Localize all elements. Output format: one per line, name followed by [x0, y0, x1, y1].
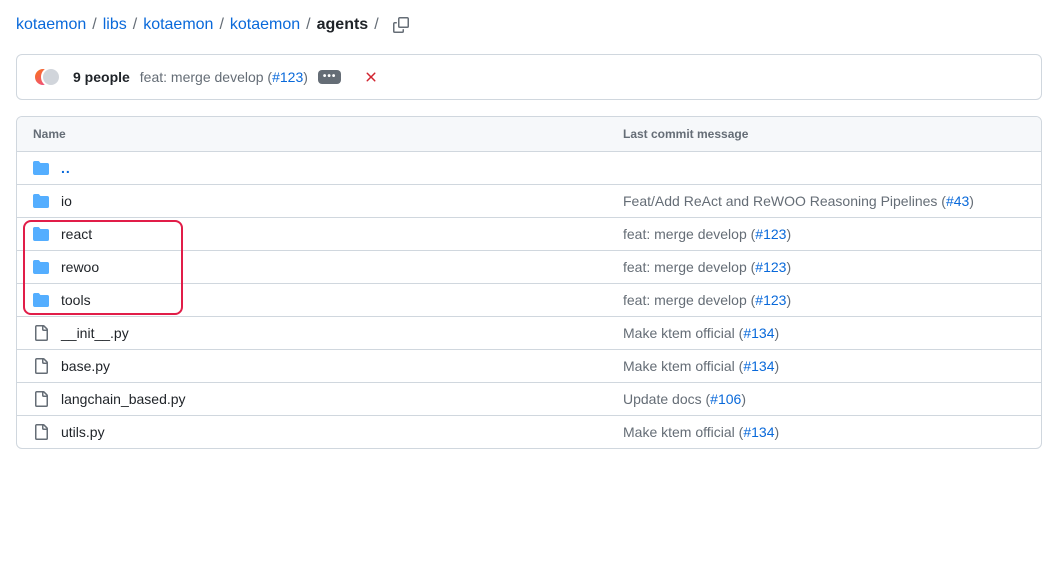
entry-name-link[interactable]: tools	[61, 292, 91, 308]
folder-icon	[33, 259, 49, 275]
entry-name-link[interactable]: __init__.py	[61, 325, 129, 341]
folder-icon	[33, 193, 49, 209]
pr-link[interactable]: #134	[743, 325, 774, 341]
close-paren: )	[775, 325, 780, 341]
pr-link[interactable]: #123	[755, 292, 786, 308]
close-paren: )	[741, 391, 746, 407]
header-last-commit[interactable]: Last commit message	[623, 127, 1025, 141]
close-paren: )	[786, 226, 791, 242]
copy-path-icon[interactable]	[393, 17, 409, 33]
commit-message-cell[interactable]: Make ktem official (#134)	[623, 325, 1025, 341]
pr-link[interactable]: #43	[946, 193, 969, 209]
pr-link[interactable]: #134	[743, 424, 774, 440]
folder-icon	[33, 160, 49, 176]
commit-text: Make ktem official (	[623, 424, 743, 440]
contributors-count[interactable]: 9 people	[73, 69, 130, 85]
pr-link[interactable]: #134	[743, 358, 774, 374]
file-row: langchain_based.py Update docs (#106)	[17, 383, 1041, 416]
commit-text: Make ktem official (	[623, 325, 743, 341]
entry-name-link[interactable]: rewoo	[61, 259, 99, 275]
file-row: __init__.py Make ktem official (#134)	[17, 317, 1041, 350]
pr-link[interactable]: #106	[710, 391, 741, 407]
entry-name-link[interactable]: base.py	[61, 358, 110, 374]
commit-text: Feat/Add ReAct and ReWOO Reasoning Pipel…	[623, 193, 946, 209]
file-icon	[33, 358, 49, 374]
parent-link[interactable]: ..	[61, 160, 71, 176]
breadcrumb-link[interactable]: kotaemon	[143, 16, 213, 34]
close-paren: )	[786, 259, 791, 275]
entry-name-link[interactable]: io	[61, 193, 72, 209]
commit-text: Update docs (	[623, 391, 710, 407]
file-row: base.py Make ktem official (#134)	[17, 350, 1041, 383]
commit-text: feat: merge develop (	[623, 226, 755, 242]
breadcrumb-separator: /	[374, 16, 378, 34]
file-list-header: Name Last commit message	[17, 117, 1041, 152]
breadcrumb-separator: /	[219, 16, 223, 34]
breadcrumb-link[interactable]: libs	[103, 16, 127, 34]
breadcrumb-separator: /	[92, 16, 96, 34]
header-name[interactable]: Name	[33, 127, 623, 141]
folder-icon	[33, 226, 49, 242]
commit-message[interactable]: feat: merge develop (#123)	[140, 69, 308, 85]
commit-message-cell[interactable]: Make ktem official (#134)	[623, 424, 1025, 440]
directory-row: rewoo feat: merge develop (#123)	[17, 251, 1041, 284]
ellipsis-icon[interactable]: •••	[318, 70, 342, 84]
close-paren: )	[969, 193, 974, 209]
commit-message-cell[interactable]: Make ktem official (#134)	[623, 358, 1025, 374]
directory-row: tools feat: merge develop (#123)	[17, 284, 1041, 317]
directory-row: io Feat/Add ReAct and ReWOO Reasoning Pip…	[17, 185, 1041, 218]
folder-icon	[33, 292, 49, 308]
commit-message-cell[interactable]: feat: merge develop (#123)	[623, 259, 1025, 275]
breadcrumb-current: agents	[317, 16, 369, 34]
breadcrumb-link[interactable]: kotaemon	[16, 16, 86, 34]
entry-name-link[interactable]: utils.py	[61, 424, 105, 440]
entry-name-link[interactable]: react	[61, 226, 92, 242]
commit-text: feat: merge develop (	[623, 259, 755, 275]
file-icon	[33, 391, 49, 407]
commit-message-cell[interactable]: feat: merge develop (#123)	[623, 226, 1025, 242]
breadcrumb-separator: /	[133, 16, 137, 34]
file-row: utils.py Make ktem official (#134)	[17, 416, 1041, 448]
close-paren: )	[775, 424, 780, 440]
breadcrumb-link[interactable]: kotaemon	[230, 16, 300, 34]
commit-text: feat: merge develop (	[623, 292, 755, 308]
contributor-avatars[interactable]	[33, 67, 63, 87]
file-icon	[33, 325, 49, 341]
close-paren: )	[303, 69, 308, 85]
entry-name-link[interactable]: langchain_based.py	[61, 391, 186, 407]
latest-commit-bar: 9 people feat: merge develop (#123) •••	[16, 54, 1042, 100]
directory-row: react feat: merge develop (#123)	[17, 218, 1041, 251]
parent-directory-row[interactable]: ..	[17, 152, 1041, 185]
file-list: Name Last commit message .. io Feat/Add Re…	[16, 116, 1042, 449]
close-paren: )	[786, 292, 791, 308]
pr-link[interactable]: #123	[272, 69, 303, 85]
commit-message-cell[interactable]: Feat/Add ReAct and ReWOO Reasoning Pipel…	[623, 193, 1025, 209]
avatar	[41, 67, 61, 87]
pr-link[interactable]: #123	[755, 259, 786, 275]
pr-link[interactable]: #123	[755, 226, 786, 242]
commit-text: Make ktem official (	[623, 358, 743, 374]
status-x-icon[interactable]	[363, 69, 379, 85]
breadcrumb-separator: /	[306, 16, 310, 34]
commit-message-cell[interactable]: Update docs (#106)	[623, 391, 1025, 407]
close-paren: )	[775, 358, 780, 374]
commit-message-cell[interactable]: feat: merge develop (#123)	[623, 292, 1025, 308]
commit-message-text: feat: merge develop (	[140, 69, 272, 85]
file-icon	[33, 424, 49, 440]
breadcrumb: kotaemon / libs / kotaemon / kotaemon / …	[16, 16, 1042, 34]
